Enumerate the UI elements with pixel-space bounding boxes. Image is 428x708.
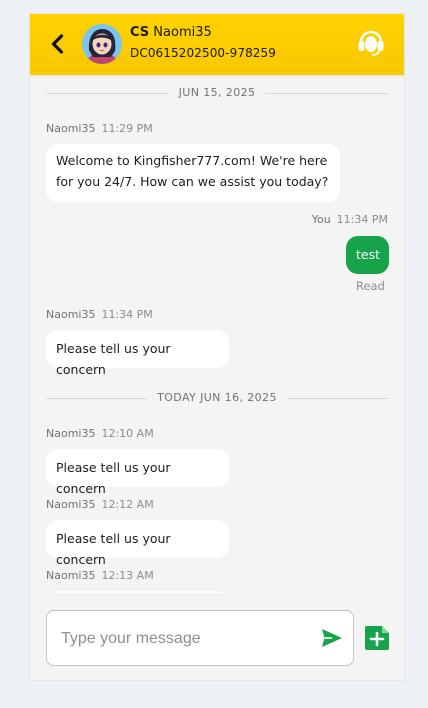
agent-title: CS Naomi35 — [130, 25, 212, 40]
message-meta: Naomi35 11:29 PM — [46, 122, 153, 135]
message-input[interactable] — [59, 621, 303, 657]
message-list[interactable]: JUN 15, 2025 Naomi35 11:29 PM Welcome to … — [30, 75, 404, 593]
incoming-message-bubble: Welcome to Kingfisher777.com! We're here… — [46, 144, 340, 202]
message-composer — [46, 610, 354, 666]
headset-icon[interactable] — [356, 28, 386, 58]
back-chevron-icon[interactable] — [46, 32, 70, 56]
message-meta: Naomi35 12:10 AM — [46, 427, 154, 440]
chat-window: CS Naomi35 DC0615202500-978259 JUN 15, 2… — [29, 13, 405, 681]
incoming-message-bubble — [46, 591, 229, 593]
read-receipt: Read — [356, 279, 385, 293]
incoming-message-bubble: Please tell us your concern — [46, 330, 229, 377]
ticket-id: DC0615202500-978259 — [130, 46, 277, 60]
send-icon[interactable] — [321, 627, 343, 649]
chat-header: CS Naomi35 DC0615202500-978259 — [30, 14, 404, 75]
date-divider: TODAY JUN 16, 2025 — [46, 391, 388, 405]
agent-avatar — [82, 24, 122, 64]
message-meta: You 11:34 PM — [311, 213, 388, 226]
date-divider: JUN 15, 2025 — [46, 86, 388, 100]
message-meta: Naomi35 11:34 PM — [46, 308, 153, 321]
incoming-message-bubble: Please tell us your concern — [46, 520, 229, 567]
incoming-message-bubble: Please tell us your concern — [46, 449, 229, 496]
add-file-icon[interactable] — [363, 624, 391, 652]
message-meta: Naomi35 12:13 AM — [46, 569, 154, 582]
message-meta: Naomi35 12:12 AM — [46, 498, 154, 511]
outgoing-message-bubble: test — [346, 236, 389, 274]
